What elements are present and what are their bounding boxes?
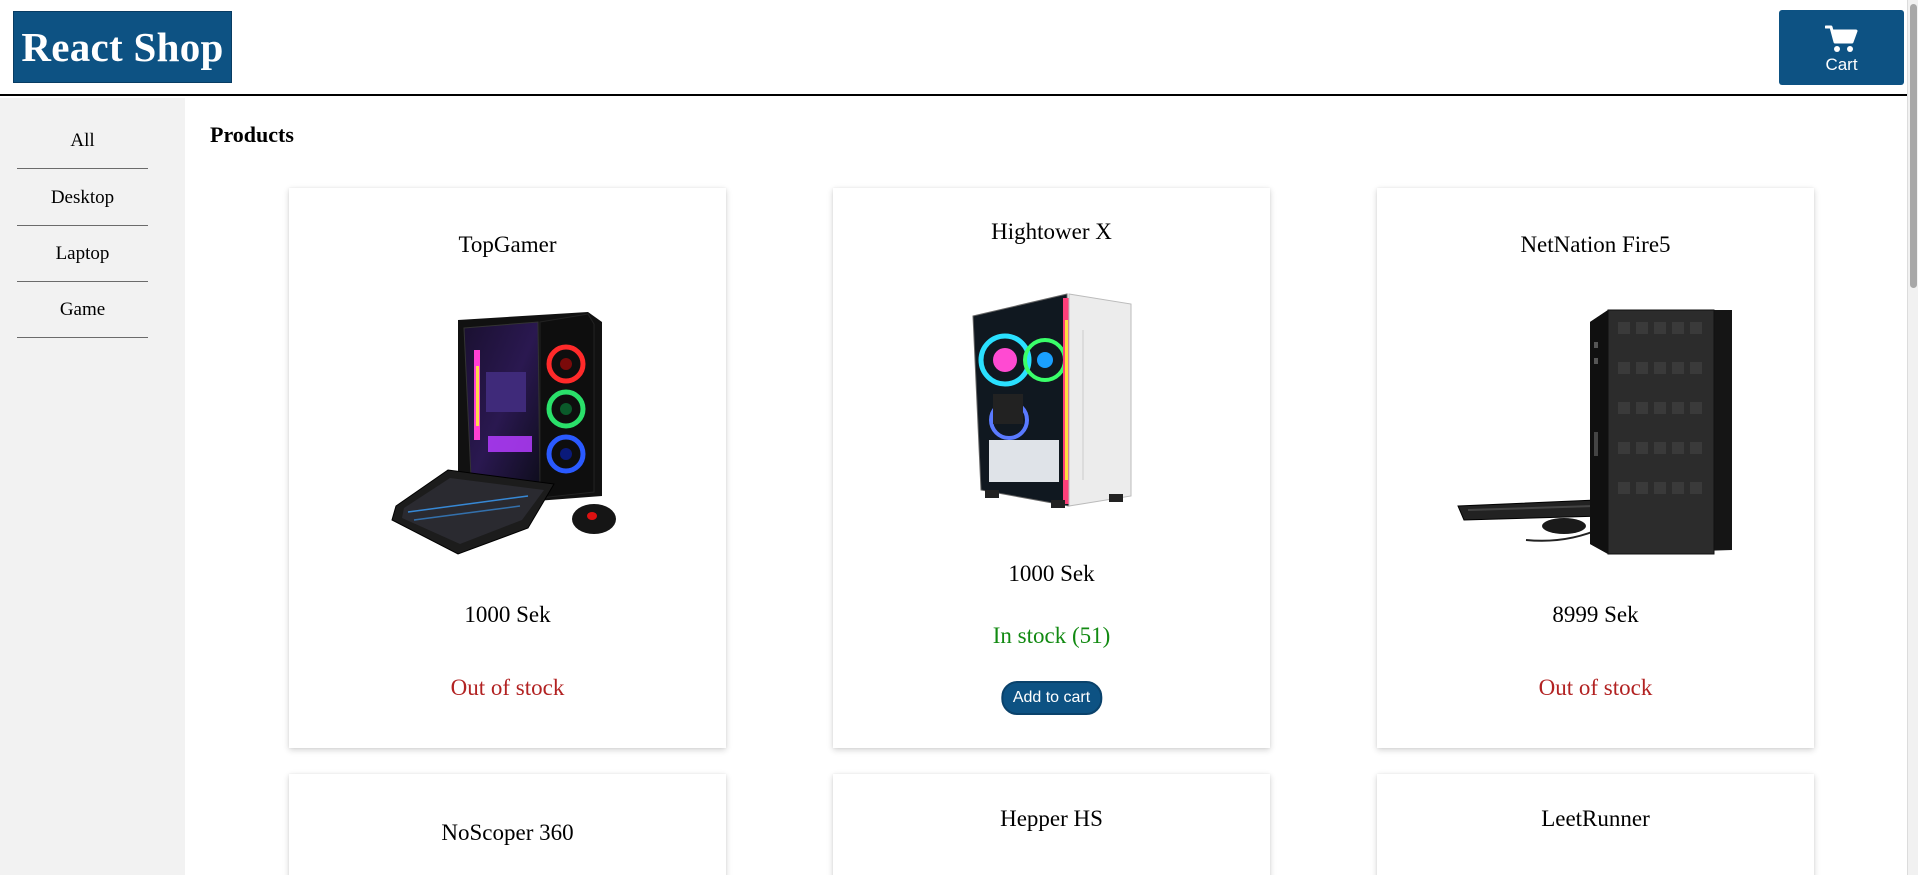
product-card: TopGamer 1000 Sek Out of stock [289,188,726,748]
product-name: Hightower X [991,219,1112,244]
product-name: NoScoper 360 [441,820,574,845]
category-all[interactable]: All [17,113,148,169]
product-card: Hepper HS [833,774,1270,875]
product-image[interactable] [959,290,1145,512]
add-to-cart-button[interactable]: Add to cart [1000,681,1103,715]
shopping-cart-icon [1824,20,1859,54]
product-card: LeetRunner [1377,774,1814,875]
product-name: NetNation Fire5 [1520,232,1671,257]
cart-button[interactable]: Cart [1779,10,1904,85]
product-card: NetNation Fire5 8999 Sek Out of stock [1377,188,1814,748]
product-card: Hightower X 1000 Sek In stock (51) Add t… [833,188,1270,748]
product-name: LeetRunner [1541,806,1650,831]
stock-status: In stock (51) [992,623,1111,648]
cart-label: Cart [1825,55,1858,74]
page-scrollbar[interactable] [1907,0,1918,875]
category-laptop[interactable]: Laptop [17,226,148,282]
stock-status: Out of stock [1538,675,1653,700]
category-desktop[interactable]: Desktop [17,170,148,226]
category-game[interactable]: Game [17,282,148,338]
page-title: Products [210,122,294,147]
stock-status: Out of stock [450,675,565,700]
scrollbar-thumb[interactable] [1910,4,1917,288]
product-name: Hepper HS [1000,806,1103,831]
product-price: 1000 Sek [464,602,551,627]
product-image[interactable] [1456,302,1736,564]
product-name: TopGamer [458,232,557,257]
product-image[interactable] [388,306,628,556]
product-price: 8999 Sek [1552,602,1639,627]
header: React Shop Cart [0,0,1918,96]
category-sidebar: All Desktop Laptop Game [0,98,185,875]
product-card: NoScoper 360 [289,774,726,875]
product-price: 1000 Sek [1008,561,1095,586]
site-logo[interactable]: React Shop [13,11,232,83]
